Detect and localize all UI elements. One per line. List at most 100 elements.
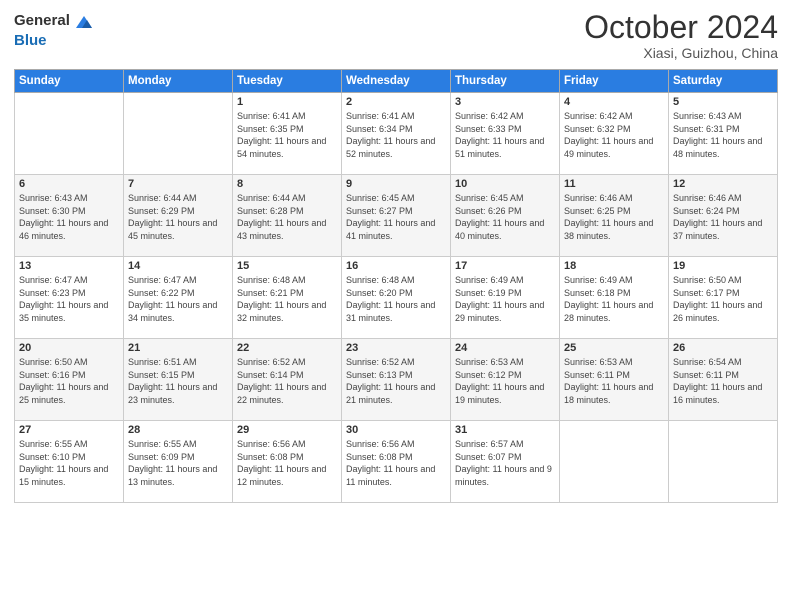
table-row: 26 Sunrise: 6:54 AM Sunset: 6:11 PM Dayli…	[669, 339, 778, 421]
title-block: October 2024 Xiasi, Guizhou, China	[584, 10, 778, 61]
day-info: Sunrise: 6:55 AM Sunset: 6:09 PM Dayligh…	[128, 438, 228, 488]
day-number: 30	[346, 424, 446, 436]
table-row: 22 Sunrise: 6:52 AM Sunset: 6:14 PM Dayli…	[233, 339, 342, 421]
header: General Blue October 2024 Xiasi, Guizhou…	[14, 10, 778, 61]
day-number: 16	[346, 260, 446, 272]
table-row: 17Sunrise: 6:49 AM Sunset: 6:19 PM Dayli…	[451, 257, 560, 339]
calendar-week-row: 13 Sunrise: 6:47 AM Sunset: 6:23 PM Dayli…	[15, 257, 778, 339]
table-row: 23 Sunrise: 6:52 AM Sunset: 6:13 PM Dayli…	[342, 339, 451, 421]
table-row: 20 Sunrise: 6:50 AM Sunset: 6:16 PM Dayli…	[15, 339, 124, 421]
logo: General Blue	[14, 10, 94, 50]
day-number: 5	[673, 96, 773, 108]
day-info: Sunrise: 6:46 AM Sunset: 6:24 PM Dayligh…	[673, 192, 773, 242]
header-wednesday: Wednesday	[342, 70, 451, 93]
table-row: 2 Sunrise: 6:41 AM Sunset: 6:34 PM Daylig…	[342, 93, 451, 175]
day-number: 13	[19, 260, 119, 272]
day-info: Sunrise: 6:56 AM Sunset: 6:08 PM Dayligh…	[237, 438, 337, 488]
day-info: Sunrise: 6:49 AM Sunset: 6:18 PM Dayligh…	[564, 274, 664, 324]
calendar-week-row: 27 Sunrise: 6:55 AM Sunset: 6:10 PM Dayli…	[15, 421, 778, 503]
header-sunday: Sunday	[15, 70, 124, 93]
day-info: Sunrise: 6:43 AM Sunset: 6:31 PM Dayligh…	[673, 110, 773, 160]
day-info: Sunrise: 6:47 AM Sunset: 6:23 PM Dayligh…	[19, 274, 119, 324]
day-info: Sunrise: 6:46 AM Sunset: 6:25 PM Dayligh…	[564, 192, 664, 242]
day-number: 9	[346, 178, 446, 190]
calendar-week-row: 20 Sunrise: 6:50 AM Sunset: 6:16 PM Dayli…	[15, 339, 778, 421]
day-info: Sunrise: 6:57 AM Sunset: 6:07 PM Dayligh…	[455, 438, 555, 488]
day-info: Sunrise: 6:50 AM Sunset: 6:17 PM Dayligh…	[673, 274, 773, 324]
day-number: 19	[673, 260, 773, 272]
title-month: October 2024	[584, 10, 778, 45]
table-row: 27 Sunrise: 6:55 AM Sunset: 6:10 PM Dayli…	[15, 421, 124, 503]
table-row	[669, 421, 778, 503]
calendar-page: General Blue October 2024 Xiasi, Guizhou…	[0, 0, 792, 612]
table-row: 29Sunrise: 6:56 AM Sunset: 6:08 PM Dayli…	[233, 421, 342, 503]
table-row: 16 Sunrise: 6:48 AM Sunset: 6:20 PM Dayli…	[342, 257, 451, 339]
day-info: Sunrise: 6:53 AM Sunset: 6:12 PM Dayligh…	[455, 356, 555, 406]
day-number: 14	[128, 260, 228, 272]
day-info: Sunrise: 6:52 AM Sunset: 6:14 PM Dayligh…	[237, 356, 337, 406]
day-number: 23	[346, 342, 446, 354]
table-row: 9 Sunrise: 6:45 AM Sunset: 6:27 PM Daylig…	[342, 175, 451, 257]
day-info: Sunrise: 6:43 AM Sunset: 6:30 PM Dayligh…	[19, 192, 119, 242]
table-row: 10Sunrise: 6:45 AM Sunset: 6:26 PM Dayli…	[451, 175, 560, 257]
day-info: Sunrise: 6:45 AM Sunset: 6:27 PM Dayligh…	[346, 192, 446, 242]
day-number: 2	[346, 96, 446, 108]
day-info: Sunrise: 6:53 AM Sunset: 6:11 PM Dayligh…	[564, 356, 664, 406]
table-row	[124, 93, 233, 175]
day-number: 26	[673, 342, 773, 354]
calendar-week-row: 6 Sunrise: 6:43 AM Sunset: 6:30 PM Daylig…	[15, 175, 778, 257]
title-location: Xiasi, Guizhou, China	[584, 45, 778, 61]
table-row: 7Sunrise: 6:44 AM Sunset: 6:29 PM Daylig…	[124, 175, 233, 257]
day-info: Sunrise: 6:50 AM Sunset: 6:16 PM Dayligh…	[19, 356, 119, 406]
header-monday: Monday	[124, 70, 233, 93]
day-number: 7	[128, 178, 228, 190]
table-row: 3Sunrise: 6:42 AM Sunset: 6:33 PM Daylig…	[451, 93, 560, 175]
table-row: 31 Sunrise: 6:57 AM Sunset: 6:07 PM Dayli…	[451, 421, 560, 503]
header-thursday: Thursday	[451, 70, 560, 93]
day-info: Sunrise: 6:48 AM Sunset: 6:20 PM Dayligh…	[346, 274, 446, 324]
table-row: 8Sunrise: 6:44 AM Sunset: 6:28 PM Daylig…	[233, 175, 342, 257]
day-number: 6	[19, 178, 119, 190]
table-row: 1Sunrise: 6:41 AM Sunset: 6:35 PM Daylig…	[233, 93, 342, 175]
day-info: Sunrise: 6:52 AM Sunset: 6:13 PM Dayligh…	[346, 356, 446, 406]
day-number: 11	[564, 178, 664, 190]
table-row: 4Sunrise: 6:42 AM Sunset: 6:32 PM Daylig…	[560, 93, 669, 175]
header-friday: Friday	[560, 70, 669, 93]
day-number: 20	[19, 342, 119, 354]
calendar-week-row: 1Sunrise: 6:41 AM Sunset: 6:35 PM Daylig…	[15, 93, 778, 175]
table-row: 18 Sunrise: 6:49 AM Sunset: 6:18 PM Dayli…	[560, 257, 669, 339]
day-number: 12	[673, 178, 773, 190]
calendar-header-row: Sunday Monday Tuesday Wednesday Thursday…	[15, 70, 778, 93]
day-number: 28	[128, 424, 228, 436]
day-info: Sunrise: 6:54 AM Sunset: 6:11 PM Dayligh…	[673, 356, 773, 406]
table-row	[15, 93, 124, 175]
day-info: Sunrise: 6:51 AM Sunset: 6:15 PM Dayligh…	[128, 356, 228, 406]
day-number: 22	[237, 342, 337, 354]
day-info: Sunrise: 6:41 AM Sunset: 6:34 PM Dayligh…	[346, 110, 446, 160]
table-row: 13 Sunrise: 6:47 AM Sunset: 6:23 PM Dayli…	[15, 257, 124, 339]
table-row: 6 Sunrise: 6:43 AM Sunset: 6:30 PM Daylig…	[15, 175, 124, 257]
day-info: Sunrise: 6:48 AM Sunset: 6:21 PM Dayligh…	[237, 274, 337, 324]
logo-blue: Blue	[14, 32, 47, 49]
table-row: 24Sunrise: 6:53 AM Sunset: 6:12 PM Dayli…	[451, 339, 560, 421]
day-info: Sunrise: 6:42 AM Sunset: 6:33 PM Dayligh…	[455, 110, 555, 160]
table-row: 14 Sunrise: 6:47 AM Sunset: 6:22 PM Dayli…	[124, 257, 233, 339]
day-number: 27	[19, 424, 119, 436]
day-number: 8	[237, 178, 337, 190]
logo-general: General	[14, 13, 70, 30]
day-number: 21	[128, 342, 228, 354]
table-row: 19 Sunrise: 6:50 AM Sunset: 6:17 PM Dayli…	[669, 257, 778, 339]
day-info: Sunrise: 6:42 AM Sunset: 6:32 PM Dayligh…	[564, 110, 664, 160]
header-tuesday: Tuesday	[233, 70, 342, 93]
day-number: 15	[237, 260, 337, 272]
logo-icon	[72, 10, 94, 32]
calendar-table: Sunday Monday Tuesday Wednesday Thursday…	[14, 69, 778, 503]
day-number: 18	[564, 260, 664, 272]
table-row: 21 Sunrise: 6:51 AM Sunset: 6:15 PM Dayli…	[124, 339, 233, 421]
table-row: 15 Sunrise: 6:48 AM Sunset: 6:21 PM Dayli…	[233, 257, 342, 339]
day-info: Sunrise: 6:47 AM Sunset: 6:22 PM Dayligh…	[128, 274, 228, 324]
day-info: Sunrise: 6:45 AM Sunset: 6:26 PM Dayligh…	[455, 192, 555, 242]
day-number: 31	[455, 424, 555, 436]
table-row: 30Sunrise: 6:56 AM Sunset: 6:08 PM Dayli…	[342, 421, 451, 503]
day-info: Sunrise: 6:55 AM Sunset: 6:10 PM Dayligh…	[19, 438, 119, 488]
